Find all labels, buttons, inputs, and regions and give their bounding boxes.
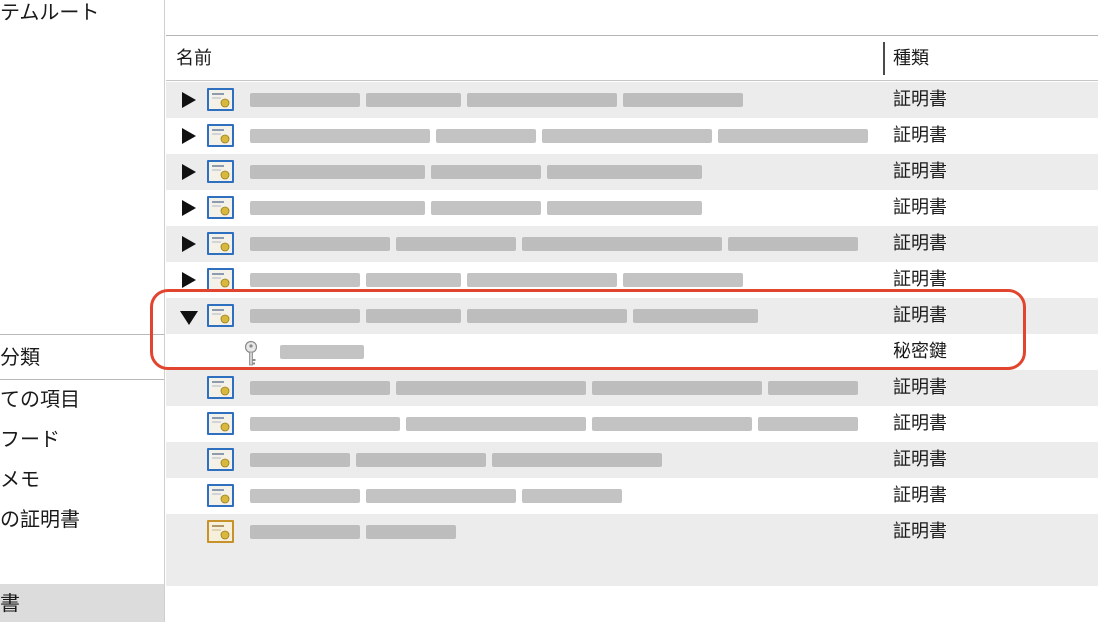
redacted-item-name	[250, 237, 858, 251]
table-row[interactable]: 証明書	[166, 82, 1098, 118]
redacted-item-name	[250, 273, 743, 287]
category-secure-notes[interactable]: メモ	[0, 464, 40, 494]
certificate-icon	[207, 448, 234, 471]
redacted-item-name	[250, 201, 702, 215]
table-row[interactable]: 証明書	[166, 478, 1098, 514]
column-divider[interactable]	[883, 42, 885, 75]
redacted-item-name	[250, 489, 622, 503]
redacted-item-name	[250, 453, 662, 467]
table-row[interactable]: 証明書	[166, 226, 1098, 262]
item-kind: 証明書	[893, 233, 947, 254]
disclosure-triangle-icon[interactable]	[182, 92, 196, 108]
item-kind: 証明書	[893, 449, 947, 470]
redacted-item-name	[250, 417, 858, 431]
item-kind: 証明書	[893, 521, 947, 542]
category-my-certificates[interactable]: の証明書	[0, 504, 80, 534]
certificate-icon	[207, 376, 234, 399]
certificate-icon	[207, 412, 234, 435]
item-kind: 証明書	[893, 413, 947, 434]
table-row[interactable]: 証明書	[166, 154, 1098, 190]
certificate-icon	[207, 520, 234, 543]
item-kind: 証明書	[893, 161, 947, 182]
certificate-icon	[207, 196, 234, 219]
keychain-window: テムルート 分類 ての項目 フード メモ の証明書 書 名前 種類 証明書 証明…	[0, 0, 1098, 622]
redacted-item-name	[250, 93, 743, 107]
keychain-item-system-roots[interactable]: テムルート	[0, 0, 99, 25]
certificate-icon	[207, 88, 234, 111]
disclosure-triangle-icon[interactable]	[182, 128, 196, 144]
table-row[interactable]: 証明書	[166, 514, 1098, 550]
item-kind: 証明書	[893, 89, 947, 110]
certificate-icon	[207, 124, 234, 147]
redacted-item-name	[250, 129, 868, 143]
sidebar: テムルート 分類 ての項目 フード メモ の証明書 書	[0, 0, 165, 622]
redacted-item-name	[250, 525, 456, 539]
item-kind: 証明書	[893, 485, 947, 506]
column-header: 名前 種類	[166, 37, 1098, 81]
disclosure-triangle-icon[interactable]	[182, 164, 196, 180]
category-all-items[interactable]: ての項目	[0, 384, 80, 414]
toolbar-area	[166, 0, 1098, 36]
table-row[interactable]: 証明書	[166, 190, 1098, 226]
table-row[interactable]: 証明書	[166, 406, 1098, 442]
category-header: 分類	[0, 334, 164, 380]
disclosure-triangle-icon[interactable]	[182, 200, 196, 216]
column-name-header[interactable]: 名前	[176, 37, 212, 81]
column-kind-header[interactable]: 種類	[893, 37, 929, 81]
certificate-icon	[207, 232, 234, 255]
category-certificates[interactable]: 書	[0, 584, 164, 622]
redacted-item-name	[250, 381, 858, 395]
table-row[interactable]: 証明書	[166, 370, 1098, 406]
highlight-annotation	[150, 289, 1026, 370]
table-row[interactable]: 証明書	[166, 442, 1098, 478]
certificate-icon	[207, 160, 234, 183]
empty-row	[166, 550, 1098, 586]
certificate-icon	[207, 484, 234, 507]
item-kind: 証明書	[893, 125, 947, 146]
category-passwords[interactable]: フード	[0, 424, 60, 454]
item-kind: 証明書	[893, 197, 947, 218]
item-kind: 証明書	[893, 377, 947, 398]
disclosure-triangle-icon[interactable]	[182, 236, 196, 252]
table-row[interactable]: 証明書	[166, 118, 1098, 154]
disclosure-triangle-icon[interactable]	[182, 272, 196, 288]
redacted-item-name	[250, 165, 702, 179]
